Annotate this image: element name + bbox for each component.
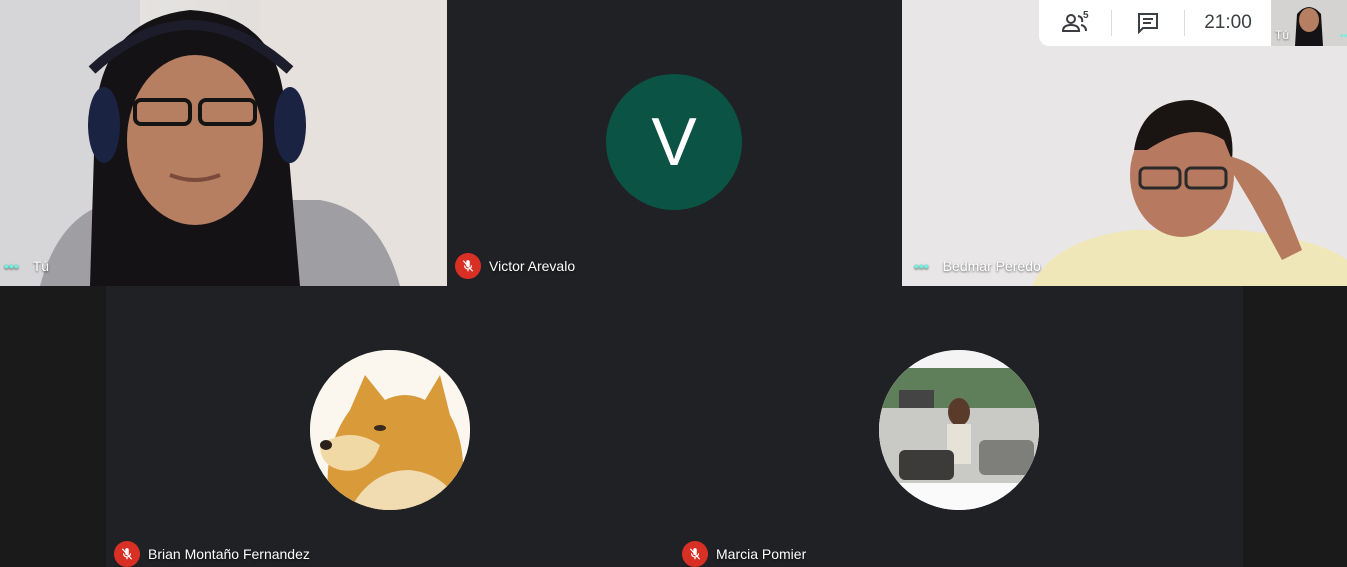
chat-button[interactable] xyxy=(1112,0,1184,46)
self-mini-preview[interactable]: Tú •• xyxy=(1271,0,1347,46)
victor-name: Victor Arevalo xyxy=(489,258,576,274)
self-name-label: ••• Tú xyxy=(4,258,49,274)
more-options-icon[interactable]: ••• xyxy=(4,258,19,274)
marcia-name: Marcia Pomier xyxy=(716,546,807,562)
more-options-icon[interactable]: ••• xyxy=(914,258,929,274)
self-mini-label: Tú xyxy=(1275,28,1290,42)
left-gutter xyxy=(0,286,106,567)
mic-off-icon xyxy=(114,541,140,567)
marcia-tile[interactable]: Marcia Pomier xyxy=(674,286,1243,567)
people-button[interactable]: 5 xyxy=(1039,0,1111,46)
bedmar-name-label: ••• Bedmar Peredo xyxy=(914,258,1041,274)
victor-initial: V xyxy=(651,104,697,180)
victor-avatar: V xyxy=(606,74,742,210)
brian-tile[interactable]: Brian Montaño Fernandez xyxy=(106,286,674,567)
brian-name: Brian Montaño Fernandez xyxy=(148,546,310,562)
self-name: Tú xyxy=(32,258,50,274)
self-video-tile[interactable]: ••• Tú xyxy=(0,0,447,286)
clock: 21:00 xyxy=(1185,0,1271,46)
right-gutter xyxy=(1243,286,1347,567)
mic-off-icon xyxy=(682,541,708,567)
clock-text: 21:00 xyxy=(1204,12,1252,33)
victor-tile[interactable]: V Victor Arevalo xyxy=(447,0,902,286)
chat-icon xyxy=(1138,13,1158,34)
marcia-avatar-image xyxy=(879,350,1039,510)
more-options-icon[interactable]: •• xyxy=(1340,31,1347,42)
brian-avatar xyxy=(310,350,470,510)
bedmar-name: Bedmar Peredo xyxy=(942,258,1041,274)
shiba-avatar-image xyxy=(310,350,470,510)
meeting-info-bar: 5 21:00 xyxy=(1039,0,1271,46)
victor-name-label: Victor Arevalo xyxy=(455,253,575,279)
self-video-frame xyxy=(0,0,447,286)
marcia-name-label: Marcia Pomier xyxy=(682,541,806,567)
participant-count: 5 xyxy=(1083,10,1089,21)
mic-off-icon xyxy=(455,253,481,279)
brian-name-label: Brian Montaño Fernandez xyxy=(114,541,310,567)
marcia-avatar xyxy=(879,350,1039,510)
